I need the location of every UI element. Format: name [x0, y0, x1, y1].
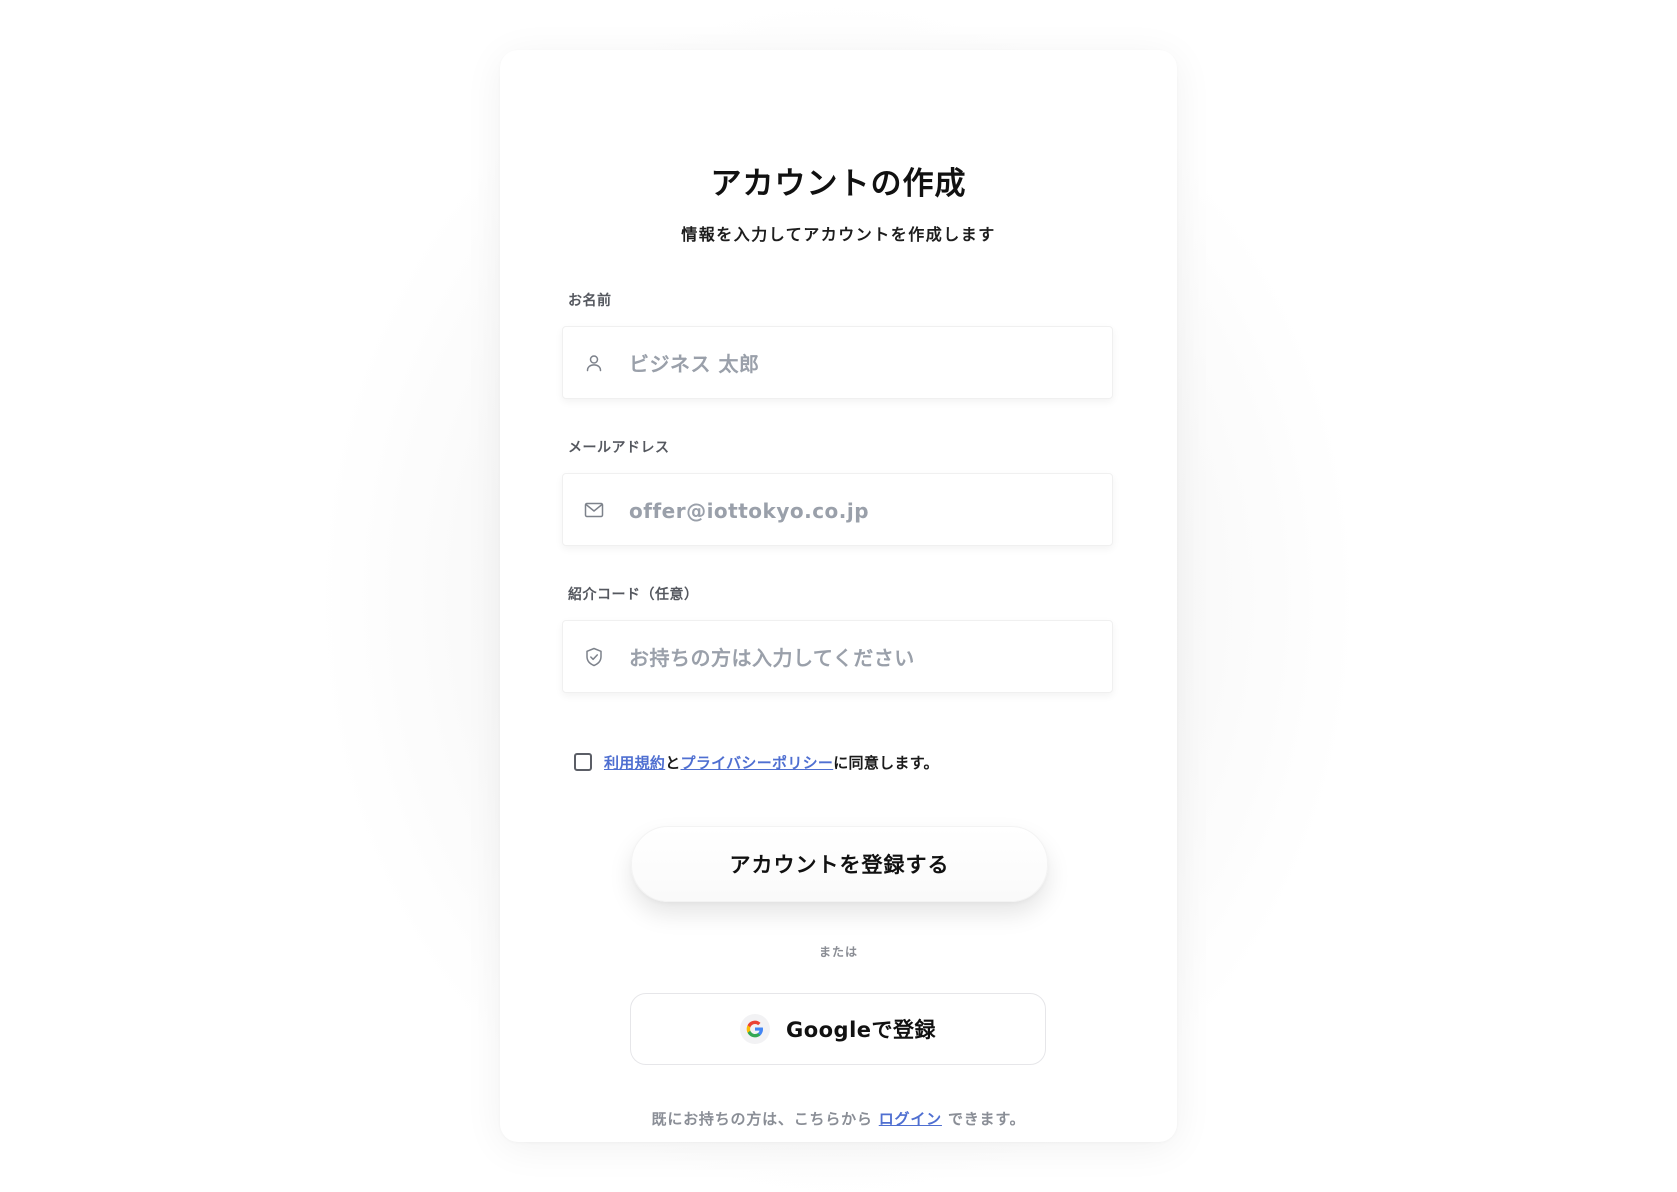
name-field[interactable] — [562, 326, 1113, 400]
email-label: メールアドレス — [568, 440, 670, 456]
agreement-connector: と — [665, 753, 681, 772]
google-g-icon — [739, 1014, 770, 1044]
referral-label: 紹介コード（任意） — [568, 587, 699, 603]
shield-check-icon — [583, 646, 605, 668]
or-divider: または — [818, 945, 858, 959]
terms-link[interactable]: 利用規約 — [604, 752, 665, 773]
login-prompt-suffix: できます。 — [947, 1110, 1026, 1128]
google-button-label: Googleで登録 — [785, 1018, 937, 1042]
page-subtitle: 情報を入力してアカウントを作成します — [681, 225, 996, 244]
login-link[interactable]: ログイン — [879, 1110, 942, 1128]
page-title: アカウントの作成 — [710, 166, 967, 202]
name-input[interactable] — [627, 327, 1101, 400]
email-input[interactable] — [627, 474, 1101, 547]
agreement-checkbox[interactable] — [574, 753, 592, 771]
login-prompt: 既にお持ちの方は、こちらから ログイン できます。 — [500, 1108, 1177, 1129]
agreement-suffix: に同意します。 — [833, 753, 939, 772]
email-field[interactable] — [562, 473, 1113, 547]
google-signup-button[interactable]: Googleで登録 — [630, 993, 1046, 1065]
page-background: アカウントの作成 情報を入力してアカウントを作成します お名前 メールアドレス — [0, 0, 1677, 1192]
signup-card: アカウントの作成 情報を入力してアカウントを作成します お名前 メールアドレス — [500, 50, 1177, 1142]
user-icon — [583, 352, 605, 374]
name-label: お名前 — [568, 293, 612, 309]
mail-icon — [583, 499, 605, 521]
referral-input[interactable] — [627, 621, 1101, 694]
register-button[interactable]: アカウントを登録する — [631, 826, 1048, 902]
privacy-policy-link[interactable]: プライバシーポリシー — [681, 752, 834, 773]
login-prompt-prefix: 既にお持ちの方は、こちらから — [651, 1110, 873, 1128]
agreement-row: 利用規約 と プライバシーポリシー に同意します。 — [574, 750, 939, 774]
referral-field[interactable] — [562, 620, 1113, 694]
register-button-label: アカウントを登録する — [729, 853, 950, 877]
